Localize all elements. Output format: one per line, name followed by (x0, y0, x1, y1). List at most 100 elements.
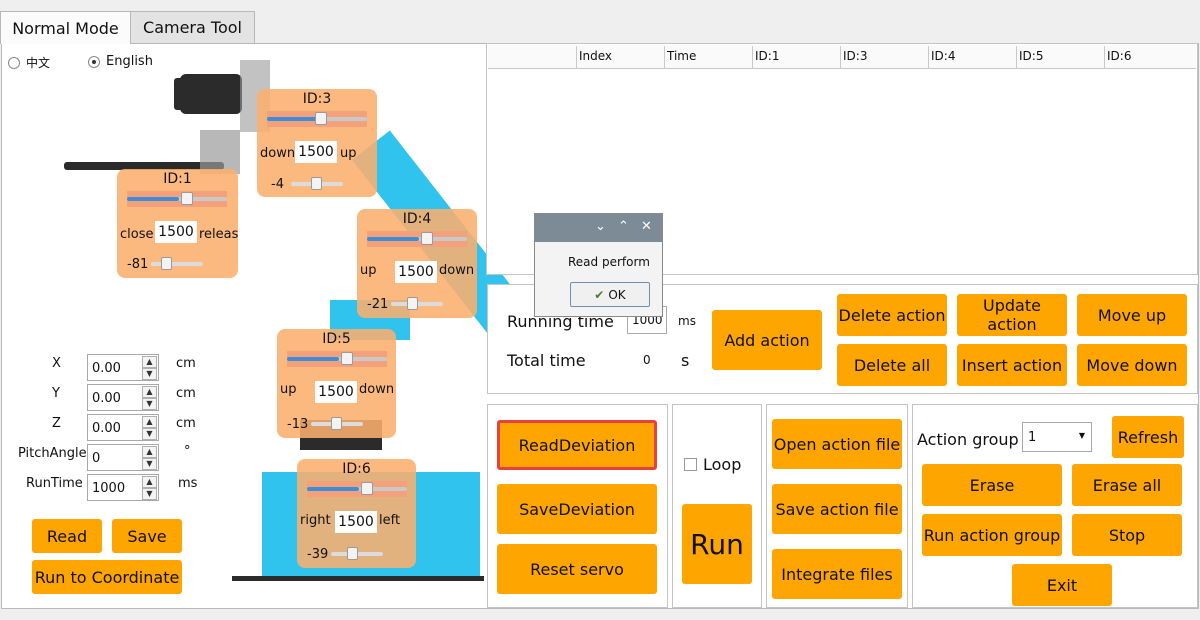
servo-left-label: close (120, 227, 154, 242)
servo-position-slider[interactable] (307, 481, 407, 497)
integrate-files-button[interactable]: Integrate files (772, 549, 902, 599)
wrist-servo (200, 130, 240, 174)
total-time-value: 0 (643, 353, 651, 367)
table-header-time: Time (665, 46, 753, 68)
coord-x-spinbox[interactable]: 0.00 ▲ ▼ (87, 354, 159, 381)
coord-y-spinbox[interactable]: 0.00 ▲ ▼ (87, 384, 159, 411)
servo-title: ID:1 (163, 171, 192, 187)
servo-panel-id6: ID:6 right 1500 left -39 (297, 459, 416, 568)
delete-all-button[interactable]: Delete all (837, 344, 947, 386)
table-header-id4: ID:4 (929, 46, 1017, 68)
servo-position-slider[interactable] (127, 191, 227, 207)
reset-servo-button[interactable]: Reset servo (497, 544, 657, 594)
table-header-id3: ID:3 (841, 46, 929, 68)
read-deviation-button[interactable]: ReadDeviation (497, 420, 657, 470)
servo-value[interactable]: 1500 (295, 141, 337, 163)
update-action-button[interactable]: Update action (957, 294, 1067, 336)
servo-deviation-slider[interactable] (311, 417, 363, 430)
delete-action-button[interactable]: Delete action (837, 294, 947, 336)
dialog-titlebar: ⌄ ⌃ ✕ (535, 214, 662, 242)
tab-normal-mode[interactable]: Normal Mode (0, 11, 131, 44)
servo-right-label: releas (199, 227, 239, 242)
coord-z-unit: cm (176, 416, 196, 431)
servo-panel-id4: ID:4 up 1500 down -21 (357, 209, 477, 318)
save-deviation-button[interactable]: SaveDeviation (497, 484, 657, 534)
move-up-button[interactable]: Move up (1077, 294, 1187, 336)
coord-z-spinbox[interactable]: 0.00 ▲ ▼ (87, 414, 159, 441)
camera-body (180, 74, 242, 114)
radio-chinese[interactable] (8, 56, 20, 69)
coord-x-label: X (52, 356, 61, 371)
servo-left-label: up (280, 382, 297, 397)
servo-deviation-slider[interactable] (331, 547, 383, 560)
lang-english[interactable]: English (88, 54, 153, 69)
servo-position-slider[interactable] (287, 351, 387, 367)
add-action-button[interactable]: Add action (712, 310, 822, 370)
stop-button[interactable]: Stop (1072, 514, 1182, 556)
servo-deviation-slider[interactable] (291, 177, 343, 190)
run-action-group-button[interactable]: Run action group (922, 514, 1062, 556)
maximize-icon[interactable]: ⌃ (618, 219, 629, 234)
table-header-id5: ID:5 (1017, 46, 1105, 68)
servo-right-label: down (439, 263, 475, 278)
radio-english[interactable] (88, 55, 100, 68)
servo-deviation-slider[interactable] (151, 257, 203, 270)
read-button[interactable]: Read (32, 519, 102, 553)
running-time-unit: ms (678, 314, 696, 328)
servo-value[interactable]: 1500 (395, 261, 437, 283)
coord-x-unit: cm (176, 356, 196, 371)
coord-pitch-spinbox[interactable]: 0 ▲ ▼ (87, 444, 159, 471)
servo-left-label: up (360, 263, 377, 278)
loop-checkbox[interactable] (684, 458, 697, 471)
dialog-message: Read perform (568, 255, 650, 269)
close-icon[interactable]: ✕ (641, 219, 652, 234)
servo-deviation-value: -4 (271, 177, 284, 192)
servo-title: ID:4 (402, 211, 432, 227)
total-time-label: Total time (507, 351, 586, 370)
servo-left-label: down (260, 146, 296, 161)
save-action-file-button[interactable]: Save action file (772, 484, 902, 534)
refresh-button[interactable]: Refresh (1112, 416, 1184, 458)
servo-right-label: left (379, 513, 401, 528)
open-action-file-button[interactable]: Open action file (772, 419, 902, 469)
exit-button[interactable]: Exit (1012, 564, 1112, 606)
servo-title: ID:5 (322, 331, 351, 347)
minimize-icon[interactable]: ⌄ (595, 219, 606, 234)
table-header-index: Index (577, 46, 665, 68)
servo-value[interactable]: 1500 (315, 381, 357, 403)
servo-deviation-value: -81 (127, 257, 149, 272)
erase-button[interactable]: Erase (922, 464, 1062, 506)
coord-runtime-spinbox[interactable]: 1000 ▲ ▼ (87, 474, 159, 501)
camera-lens (174, 78, 186, 110)
lang-chinese-label: 中文 (26, 56, 51, 70)
coord-runtime-unit: ms (178, 476, 198, 491)
servo-panel-id5: ID:5 up 1500 down -13 (277, 329, 396, 438)
servo-title: ID:6 (342, 461, 371, 477)
chevron-down-icon: ▼ (1078, 431, 1085, 440)
action-group-select[interactable]: 1 ▼ (1022, 422, 1092, 452)
insert-action-button[interactable]: Insert action (957, 344, 1067, 386)
coord-pitch-unit: ° (184, 444, 191, 459)
servo-position-slider[interactable] (267, 111, 367, 127)
lang-chinese[interactable]: 中文 (8, 54, 50, 71)
servo-position-slider[interactable] (367, 231, 467, 247)
dialog-ok-button[interactable]: ✔ OK (570, 282, 650, 307)
servo-deviation-value: -13 (287, 417, 309, 432)
action-group-label: Action group (917, 430, 1019, 449)
servo-deviation-slider[interactable] (391, 297, 443, 310)
servo-right-label: up (340, 146, 357, 161)
servo-value[interactable]: 1500 (155, 221, 197, 243)
tab-camera-tool[interactable]: Camera Tool (130, 11, 255, 43)
run-button[interactable]: Run (682, 504, 752, 584)
table-header-blank (490, 46, 577, 68)
run-to-coordinate-button[interactable]: Run to Coordinate (32, 560, 182, 594)
servo-value[interactable]: 1500 (335, 511, 377, 533)
total-time-unit: s (681, 351, 690, 370)
read-dialog: ⌄ ⌃ ✕ Read perform ✔ OK (534, 213, 663, 317)
servo-title: ID:3 (302, 91, 332, 107)
move-down-button[interactable]: Move down (1077, 344, 1187, 386)
erase-all-button[interactable]: Erase all (1072, 464, 1182, 506)
base-plate (232, 576, 484, 581)
save-button[interactable]: Save (112, 519, 182, 553)
table-header-id1: ID:1 (753, 46, 841, 68)
